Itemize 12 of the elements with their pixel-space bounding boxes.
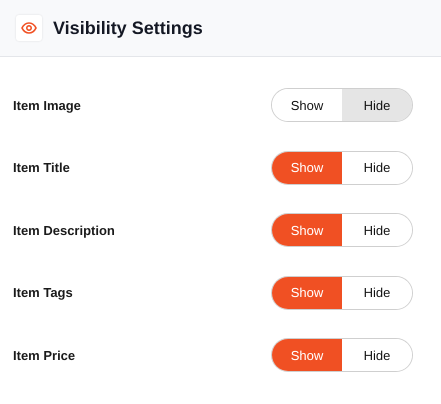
setting-label: Item Image (13, 98, 81, 113)
toggle-option[interactable]: Show (272, 339, 342, 372)
toggle-option[interactable]: Show (272, 152, 342, 184)
panel-title: Visibility Settings (53, 18, 203, 38)
toggle-option[interactable]: Show (272, 214, 342, 246)
toggle-option[interactable]: Show (272, 276, 342, 309)
eye-icon (21, 22, 37, 34)
toggle-option[interactable]: Hide (342, 89, 412, 122)
setting-label: Item Tags (13, 285, 73, 300)
setting-label: Item Price (13, 348, 76, 363)
setting-label: Item Title (13, 160, 70, 176)
setting-label: Item Description (13, 222, 115, 238)
